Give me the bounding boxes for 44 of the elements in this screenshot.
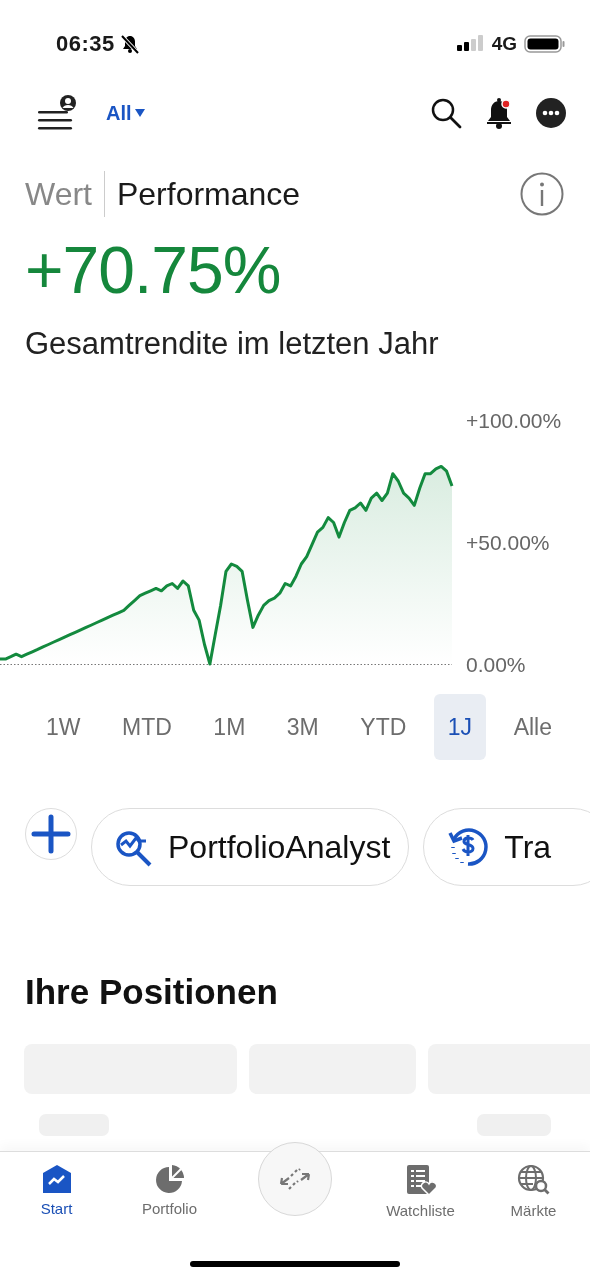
- range-tab[interactable]: MTD: [108, 694, 186, 760]
- search-icon: [430, 97, 462, 129]
- menu-profile-icon: [38, 95, 76, 130]
- notifications-button[interactable]: [484, 97, 514, 129]
- shortcut-chip[interactable]: PortfolioAnalyst: [91, 808, 410, 886]
- menu-button[interactable]: [36, 94, 78, 132]
- more-button[interactable]: [536, 98, 566, 128]
- account-filter[interactable]: All: [106, 101, 145, 125]
- muted-bell-icon: [118, 33, 141, 55]
- nav-tab[interactable]: Portfolio: [113, 1164, 226, 1217]
- range-tab[interactable]: 1W: [32, 694, 95, 760]
- shortcut-chip[interactable]: Tra: [423, 808, 590, 886]
- more-icon: [536, 98, 566, 128]
- info-icon[interactable]: [520, 172, 564, 216]
- section-title: Ihre Positionen: [25, 971, 279, 1013]
- pie-chart-icon: [154, 1164, 185, 1194]
- nav-tab[interactable]: Watchliste: [364, 1164, 477, 1219]
- view-tab[interactable]: Wert: [25, 175, 104, 213]
- globe-search-icon: [516, 1164, 551, 1196]
- range-tab[interactable]: 1J: [433, 694, 487, 760]
- nav-tab[interactable]: Start: [0, 1164, 113, 1217]
- bell-icon: [484, 97, 514, 129]
- range-tab[interactable]: 1M: [199, 694, 260, 760]
- dollar-cycle-icon: [446, 825, 491, 869]
- view-tab[interactable]: Performance: [116, 175, 313, 213]
- search-button[interactable]: [430, 97, 462, 129]
- performance-value: +70.75%: [25, 232, 282, 309]
- axis-label: +50.00%: [466, 531, 550, 554]
- axis-label: 0.00%: [466, 653, 526, 676]
- clock: 06:35: [56, 31, 115, 57]
- caret-icon: [134, 109, 145, 117]
- list-heart-icon: [404, 1164, 437, 1196]
- add-button[interactable]: [25, 808, 77, 860]
- signal-icon: [455, 34, 486, 54]
- battery-icon: [524, 34, 566, 54]
- range-tab[interactable]: 3M: [272, 694, 333, 760]
- nav-tab[interactable]: Märkte: [477, 1164, 590, 1219]
- home-chart-icon: [41, 1164, 72, 1194]
- plus-icon: [31, 814, 71, 854]
- range-tab[interactable]: YTD: [346, 694, 421, 760]
- network-label: 4G: [491, 33, 517, 55]
- axis-label: +100.00%: [466, 409, 562, 432]
- range-tab[interactable]: Alle: [499, 694, 566, 760]
- performance-caption: Gesamtrendite im letzten Jahr: [25, 325, 440, 363]
